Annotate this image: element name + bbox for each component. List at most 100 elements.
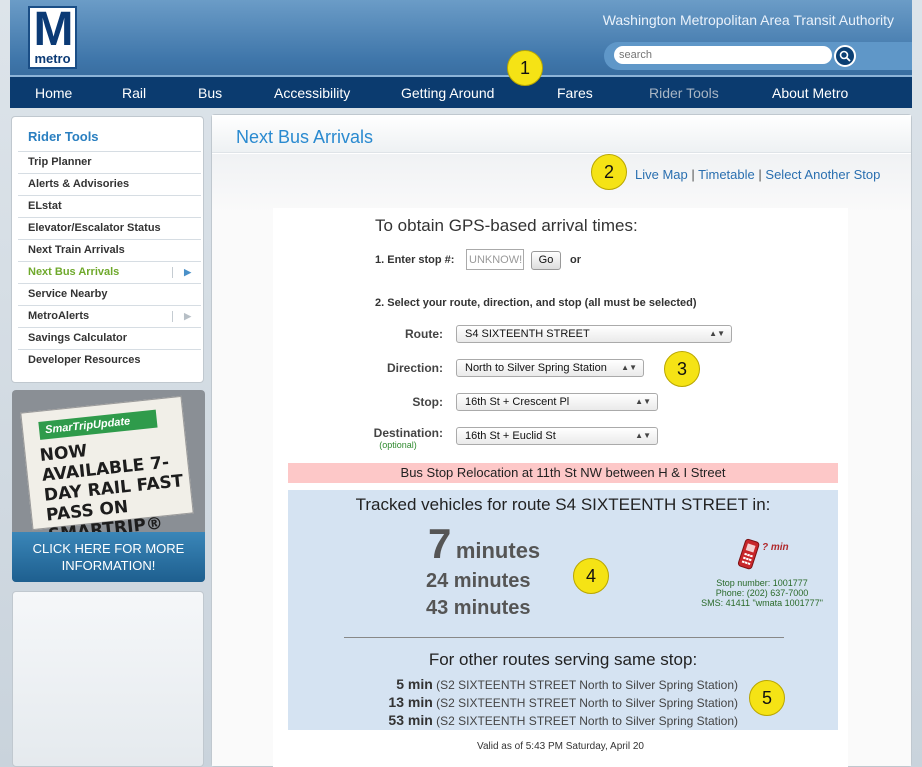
stop-number-input[interactable]	[466, 249, 524, 270]
sidebar-item-developer-resources[interactable]: Developer Resources	[18, 349, 201, 371]
arrival-3: 43 minutes	[426, 597, 531, 619]
sidebar-item-elstat[interactable]: ELstat	[18, 195, 201, 217]
step1-label: 1. Enter stop #:	[375, 254, 455, 266]
play-arrow-icon[interactable]: ▶	[184, 306, 191, 327]
gps-heading: To obtain GPS-based arrival times:	[375, 216, 638, 235]
main-content: Next Bus Arrivals Live Map | Timetable |…	[211, 114, 912, 767]
callout-2: 2	[591, 154, 627, 190]
nav-fares[interactable]: Fares	[557, 85, 593, 101]
destination-select[interactable]: 16th St + Euclid St ▲▼	[456, 427, 658, 445]
select-arrows-icon: ▲▼	[635, 397, 651, 406]
play-arrow-icon[interactable]: ▶	[184, 262, 191, 283]
search-input[interactable]	[614, 46, 832, 64]
arrivals-panel: To obtain GPS-based arrival times: 1. En…	[273, 208, 848, 767]
arrival-1-unit: minutes	[455, 538, 541, 563]
sidebar-title: Rider Tools	[28, 129, 99, 144]
agency-name: Washington Metropolitan Area Transit Aut…	[602, 12, 894, 28]
link-separator: |	[758, 167, 762, 182]
logo-letter: M	[33, 3, 74, 56]
search-icon	[839, 50, 851, 62]
select-arrows-icon: ▲▼	[709, 329, 725, 338]
valid-as-of: Valid as of 5:43 PM Saturday, April 20	[477, 741, 644, 752]
sidebar-item-next-bus[interactable]: Next Bus Arrivals ▶	[18, 261, 201, 283]
nav-rail[interactable]: Rail	[122, 85, 146, 101]
divider	[172, 311, 173, 322]
other-route-minutes: 53 min	[388, 712, 433, 728]
metro-logo[interactable]: M metro	[28, 6, 77, 69]
phone-min-text: ? min	[762, 542, 789, 553]
other-route-row: 53 min (S2 SIXTEENTH STREET North to Sil…	[388, 712, 738, 728]
live-map-link[interactable]: Live Map	[635, 167, 688, 182]
stop-label: Stop:	[412, 395, 443, 409]
promo-headline: NOW AVAILABLE 7-DAY RAIL FAST PASS ON SM…	[38, 441, 185, 546]
callout-3: 3	[664, 351, 700, 387]
sidebar-item-service-nearby[interactable]: Service Nearby	[18, 283, 201, 305]
nav-about-metro[interactable]: About Metro	[772, 85, 848, 101]
arrival-1-number: 7	[428, 520, 452, 567]
page-title: Next Bus Arrivals	[236, 127, 374, 147]
rider-tools-sidebar: Rider Tools Trip Planner Alerts & Adviso…	[11, 116, 204, 383]
nav-accessibility[interactable]: Accessibility	[274, 85, 350, 101]
main-header: Next Bus Arrivals	[212, 115, 911, 153]
nav-getting-around[interactable]: Getting Around	[401, 85, 494, 101]
newspaper-graphic: SmarTripUpdate NOW AVAILABLE 7-DAY RAIL …	[20, 395, 194, 545]
smartrip-promo[interactable]: SmarTripUpdate NOW AVAILABLE 7-DAY RAIL …	[12, 390, 205, 582]
sidebar-item-savings-calculator[interactable]: Savings Calculator	[18, 327, 201, 349]
route-select[interactable]: S4 SIXTEENTH STREET ▲▼	[456, 325, 732, 343]
logo-word: metro	[34, 51, 71, 66]
sidebar-item-label: MetroAlerts	[28, 310, 90, 322]
other-routes-heading: For other routes serving same stop:	[428, 650, 698, 669]
other-route-minutes: 5 min	[396, 676, 433, 692]
other-route-row: 13 min (S2 SIXTEENTH STREET North to Sil…	[388, 694, 738, 710]
main-nav: Home Rail Bus Accessibility Getting Arou…	[10, 75, 912, 108]
other-route-minutes: 13 min	[388, 694, 433, 710]
sidebar-item-next-train[interactable]: Next Train Arrivals	[18, 239, 201, 261]
route-select-value: S4 SIXTEENTH STREET	[465, 328, 590, 340]
service-alert[interactable]: Bus Stop Relocation at 11th St NW betwee…	[288, 463, 838, 483]
sidebar-item-metroalerts[interactable]: MetroAlerts ▶	[18, 305, 201, 327]
sidebar-item-alerts[interactable]: Alerts & Advisories	[18, 173, 201, 195]
sidebar-item-trip-planner[interactable]: Trip Planner	[18, 151, 201, 173]
destination-label: Destination: (optional)	[353, 426, 443, 450]
other-route-row: 5 min (S2 SIXTEENTH STREET North to Silv…	[396, 676, 738, 692]
go-button[interactable]: Go	[531, 251, 561, 270]
timetable-link[interactable]: Timetable	[698, 167, 755, 182]
nav-rider-tools[interactable]: Rider Tools	[649, 85, 719, 101]
route-label: Route:	[405, 327, 443, 341]
callout-1: 1	[507, 50, 543, 86]
stop-number-text: Stop number: 1001777	[716, 578, 808, 588]
search-button[interactable]	[834, 45, 856, 67]
stop-select-value: 16th St + Crescent Pl	[465, 396, 570, 408]
stop-select[interactable]: 16th St + Crescent Pl ▲▼	[456, 393, 658, 411]
promo-cta[interactable]: CLICK HERE FOR MORE INFORMATION!	[12, 532, 205, 582]
select-arrows-icon: ▲▼	[621, 363, 637, 372]
direction-label: Direction:	[386, 361, 443, 375]
sidebar-item-label: Next Bus Arrivals	[28, 266, 120, 278]
select-arrows-icon: ▲▼	[635, 431, 651, 440]
sms-text: SMS: 41411 "wmata 1001777"	[701, 598, 823, 608]
stop-links: Live Map | Timetable | Select Another St…	[635, 167, 880, 182]
direction-select-value: North to Silver Spring Station	[465, 362, 607, 374]
other-route-desc: (S2 SIXTEENTH STREET North to Silver Spr…	[436, 696, 738, 710]
tracked-heading: Tracked vehicles for route S4 SIXTEENTH …	[355, 495, 771, 514]
sidebar-empty-box	[12, 591, 204, 767]
sidebar-item-elevator-status[interactable]: Elevator/Escalator Status	[18, 217, 201, 239]
page: M metro Washington Metropolitan Area Tra…	[0, 0, 922, 767]
other-route-desc: (S2 SIXTEENTH STREET North to Silver Spr…	[436, 678, 738, 692]
divider	[344, 637, 784, 638]
destination-optional: (optional)	[379, 440, 417, 450]
callout-4: 4	[573, 558, 609, 594]
tracked-vehicles-box: Tracked vehicles for route S4 SIXTEENTH …	[288, 490, 838, 730]
destination-label-text: Destination:	[373, 426, 443, 440]
nav-home[interactable]: Home	[35, 85, 72, 101]
link-separator: |	[691, 167, 695, 182]
nav-bus[interactable]: Bus	[198, 85, 222, 101]
callout-5: 5	[749, 680, 785, 716]
phone-icon: ? min	[736, 536, 796, 581]
phone-number-text: Phone: (202) 637-7000	[715, 588, 809, 598]
select-another-stop-link[interactable]: Select Another Stop	[765, 167, 880, 182]
other-route-desc: (S2 SIXTEENTH STREET North to Silver Spr…	[436, 714, 738, 728]
arrival-2: 24 minutes	[426, 570, 531, 592]
direction-select[interactable]: North to Silver Spring Station ▲▼	[456, 359, 644, 377]
arrival-1: 7 minutes	[428, 520, 540, 568]
